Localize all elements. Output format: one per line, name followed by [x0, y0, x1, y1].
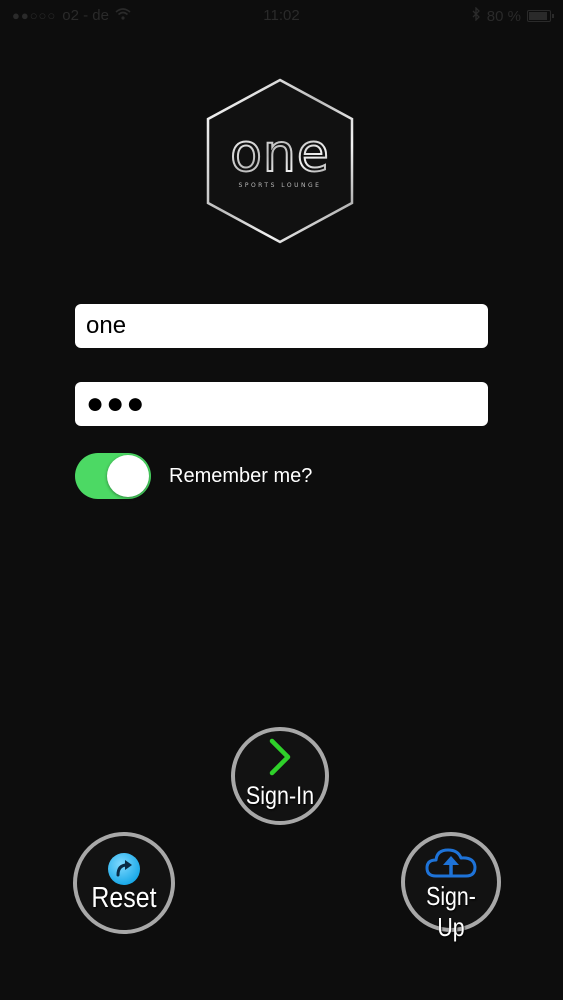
reset-button[interactable]: Reset [73, 832, 175, 934]
password-field[interactable] [75, 382, 488, 426]
reset-label: Reset [91, 882, 157, 914]
signup-button[interactable]: Sign-Up [401, 832, 501, 942]
signin-button[interactable]: Sign-In [231, 727, 329, 825]
reset-arrow-icon [77, 852, 171, 886]
cloud-upload-icon [405, 846, 497, 880]
logo-tagline: SPORTS LOUNGE [239, 182, 322, 189]
toggle-knob [107, 455, 149, 497]
battery-percent: 80 % [486, 7, 521, 25]
username-field[interactable] [75, 304, 488, 348]
remember-me-toggle[interactable] [75, 453, 151, 499]
remember-me-label: Remember me? [169, 465, 313, 487]
battery-icon [527, 10, 554, 22]
app-logo: one SPORTS LOUNGE [204, 77, 356, 245]
chevron-right-icon [235, 737, 325, 777]
signin-label: Sign-In [245, 782, 315, 810]
signup-label: Sign-Up [426, 881, 476, 942]
status-right: 80 % [472, 6, 554, 25]
logo-wordmark: one [230, 124, 330, 184]
bluetooth-icon [472, 6, 481, 25]
status-bar: ●●○○○ o2 - de 11:02 80 % [0, 0, 563, 34]
